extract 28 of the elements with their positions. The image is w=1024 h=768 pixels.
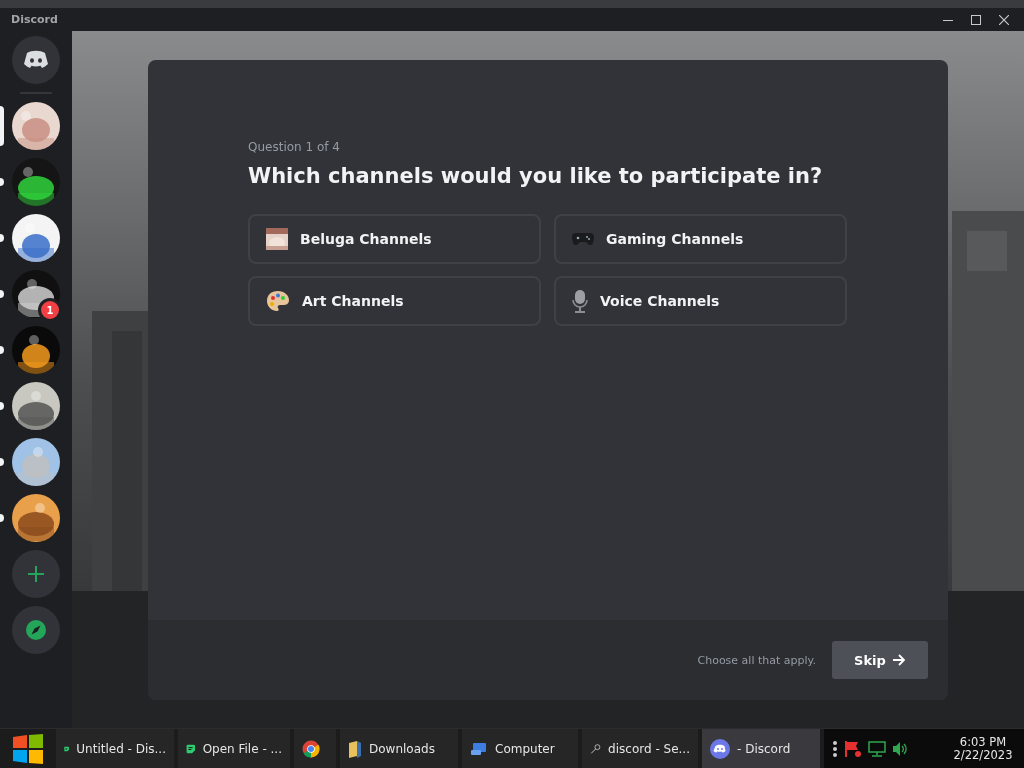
taskbar-item[interactable]: - Discord [702, 729, 820, 768]
windows-logo-icon [12, 733, 44, 764]
folder-icon [348, 739, 362, 758]
taskbar-item[interactable]: Open File - ... [178, 729, 290, 768]
plus-icon [27, 565, 45, 583]
browser-icon [302, 739, 320, 758]
home-button[interactable] [12, 36, 60, 84]
taskbar-item[interactable]: Computer [462, 729, 578, 768]
volume-icon [892, 740, 908, 757]
taskbar-item[interactable]: Untitled - Dis... [56, 729, 174, 768]
clock-date: 2/22/2023 [953, 748, 1013, 762]
clock-time: 6:03 PM [959, 735, 1007, 749]
discord-icon [710, 738, 730, 759]
taskbar-item[interactable]: discord - Se... [582, 729, 698, 768]
network-icon [868, 740, 886, 757]
maximize-icon [971, 14, 981, 25]
flag-icon [844, 739, 862, 758]
discord-icon [23, 50, 49, 70]
close-icon [999, 14, 1009, 25]
notification-badge: 1 [38, 298, 62, 322]
overflow-icon [832, 739, 838, 758]
add-server-button[interactable] [12, 550, 60, 598]
computer-icon [470, 740, 488, 757]
window-title: Discord [11, 13, 59, 26]
taskbar-item[interactable] [294, 729, 336, 768]
compass-icon [26, 620, 46, 640]
taskbar-item[interactable]: Downloads [340, 729, 458, 768]
explore-button[interactable] [12, 606, 60, 654]
